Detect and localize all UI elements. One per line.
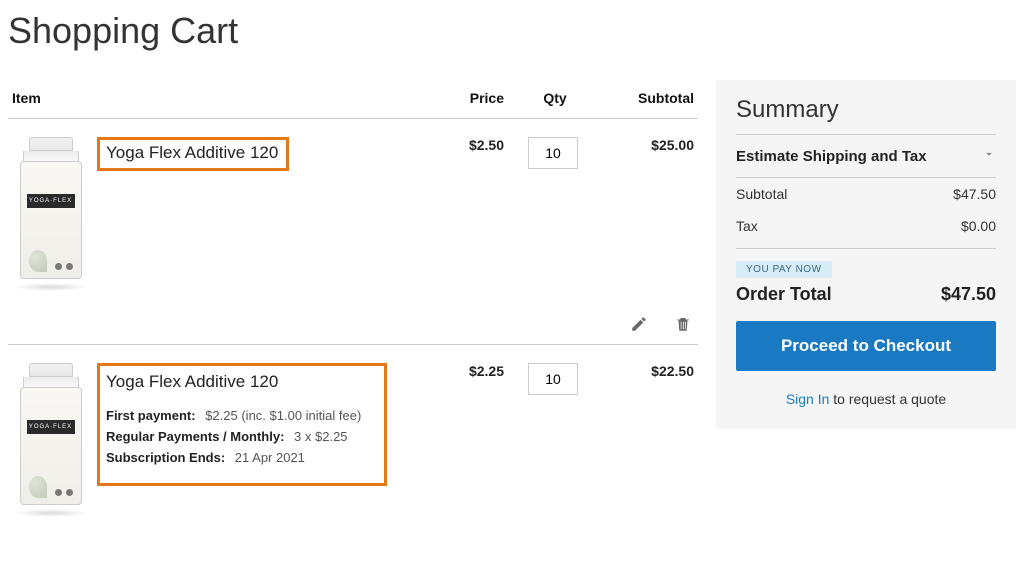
edit-icon[interactable] [628,313,650,335]
order-total-line: Order Total $47.50 [736,284,996,305]
item-subtotal: $25.00 [598,119,698,296]
qty-input[interactable] [528,137,578,169]
qty-input[interactable] [528,363,578,395]
summary-tax-line: Tax $0.00 [736,210,996,242]
col-price-header: Price [456,80,508,119]
regular-payments-line: Regular Payments / Monthly: 3 x $2.25 [106,429,374,444]
cart-items-area: Item Price Qty Subtotal YOGA·FLEX [8,80,698,521]
estimate-shipping-label: Estimate Shipping and Tax [736,148,927,165]
col-item-header: Item [8,80,456,119]
summary-subtotal-line: Subtotal $47.50 [736,178,996,210]
product-subscription-block: Yoga Flex Additive 120 First payment: $2… [97,363,387,486]
cart-row: YOGA·FLEX Yoga Flex Additive 120 $2.50 [8,119,698,296]
cart-row: YOGA·FLEX Yoga Flex Additive 120 First p… [8,345,698,522]
product-image: YOGA·FLEX [16,363,86,513]
page-title: Shopping Cart [8,10,1016,52]
item-actions-row [8,295,698,344]
proceed-to-checkout-button[interactable]: Proceed to Checkout [736,321,996,371]
estimate-shipping-toggle[interactable]: Estimate Shipping and Tax [736,135,996,178]
trash-icon[interactable] [672,313,694,335]
signin-quote-note: Sign In to request a quote [736,391,996,407]
signin-link[interactable]: Sign In [786,391,830,407]
bottle-label: YOGA·FLEX [27,420,75,434]
first-payment-line: First payment: $2.25 (inc. $1.00 initial… [106,408,374,423]
product-name[interactable]: Yoga Flex Additive 120 [97,137,289,171]
item-price: $2.25 [456,345,508,522]
cart-table: Item Price Qty Subtotal YOGA·FLEX [8,80,698,521]
col-qty-header: Qty [508,80,598,119]
bottle-label: YOGA·FLEX [27,194,75,208]
col-subtotal-header: Subtotal [598,80,698,119]
subscription-ends-line: Subscription Ends: 21 Apr 2021 [106,450,374,465]
item-subtotal: $22.50 [598,345,698,522]
item-price: $2.50 [456,119,508,296]
summary-heading: Summary [736,96,996,135]
product-image: YOGA·FLEX [16,137,86,287]
pay-now-badge: YOU PAY NOW [736,261,832,278]
summary-panel: Summary Estimate Shipping and Tax Subtot… [716,80,1016,429]
product-name[interactable]: Yoga Flex Additive 120 [106,372,374,392]
chevron-down-icon [982,147,996,165]
